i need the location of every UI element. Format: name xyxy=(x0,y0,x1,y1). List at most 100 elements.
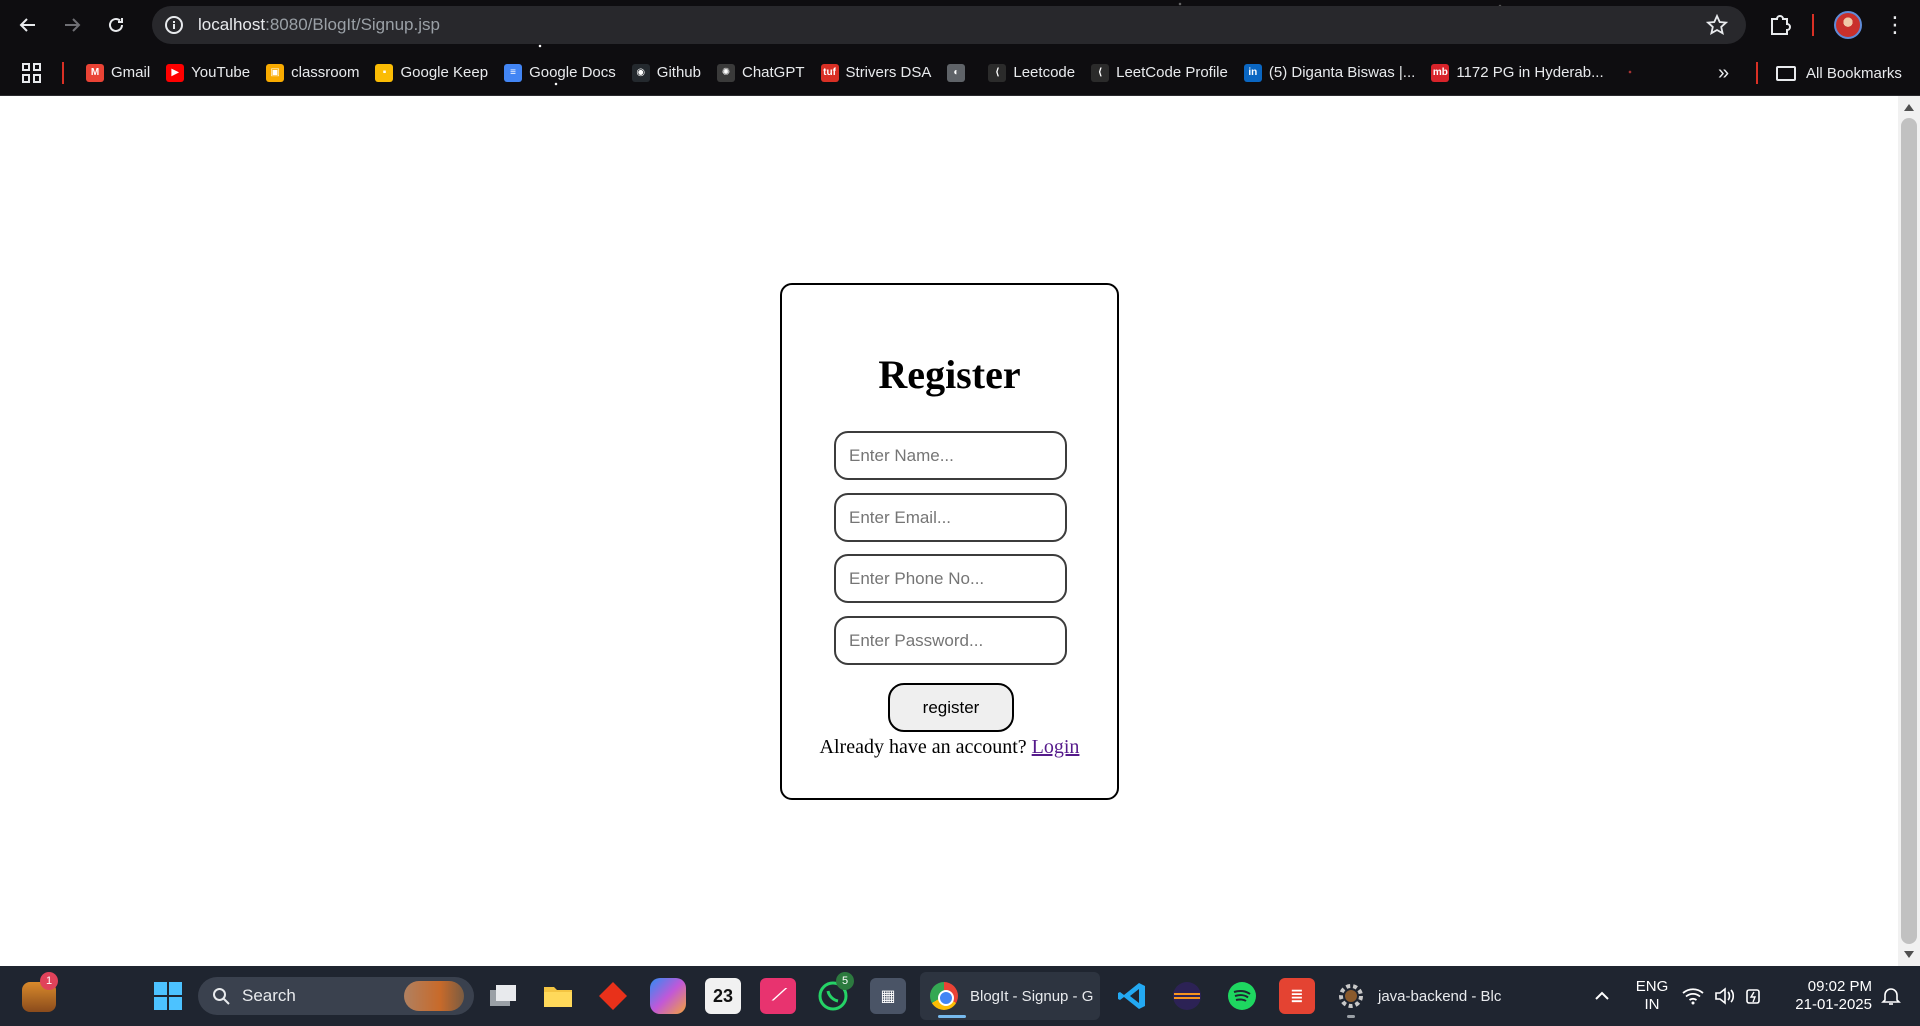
youtube-icon: ▶ xyxy=(166,63,185,82)
clock-time: 09:02 PM xyxy=(1807,978,1872,995)
url-host: localhost xyxy=(198,15,266,34)
search-label: Search xyxy=(242,986,296,1005)
forza-game-icon[interactable]: ⟋ xyxy=(760,978,796,1014)
vertical-scrollbar[interactable] xyxy=(1898,96,1920,966)
bookmarks-separator xyxy=(62,61,64,84)
language-line2: IN xyxy=(1644,996,1660,1013)
bookmark-item[interactable]: M Gmail xyxy=(78,58,158,88)
phone-input[interactable] xyxy=(834,554,1067,603)
leetcode-icon: ⟨ xyxy=(988,63,1007,82)
battery-charging-icon[interactable] xyxy=(1742,978,1768,1014)
chrome-icon xyxy=(930,982,958,1010)
wifi-icon[interactable] xyxy=(1680,978,1706,1014)
gmail-icon: M xyxy=(86,63,104,82)
search-highlight-image xyxy=(404,981,464,1011)
login-link[interactable]: Login xyxy=(1032,736,1080,758)
magicbricks-icon: mb xyxy=(1431,63,1450,82)
email-input[interactable] xyxy=(834,493,1067,542)
more-menu-icon[interactable]: ⋮ xyxy=(1884,12,1906,38)
bookmark-item[interactable]: ✺ ChatGPT xyxy=(709,58,813,88)
bookmark-item[interactable]: tuf Strivers DSA xyxy=(813,58,940,88)
back-button[interactable] xyxy=(10,7,46,43)
search-icon xyxy=(213,988,230,1005)
apps-grid-icon[interactable] xyxy=(22,62,42,83)
password-input[interactable] xyxy=(834,616,1067,665)
windows-start-icon[interactable] xyxy=(150,978,186,1014)
reload-button[interactable] xyxy=(98,7,134,43)
register-form: Register register Already have an accoun… xyxy=(780,283,1119,800)
taskbar-search[interactable]: Search xyxy=(198,977,474,1015)
all-bookmarks-button[interactable]: All Bookmarks xyxy=(1776,58,1902,88)
globe-icon: ◐ xyxy=(947,63,966,82)
docs-icon: ≡ xyxy=(504,63,523,82)
task-view-icon[interactable] xyxy=(486,978,522,1014)
volume-icon[interactable] xyxy=(1712,978,1738,1014)
name-input[interactable] xyxy=(834,431,1067,480)
bookmark-item[interactable]: mb 1172 PG in Hyderab... xyxy=(1423,58,1611,88)
bookmark-item[interactable]: ▶ YouTube xyxy=(158,58,258,88)
calendar-icon[interactable]: 23 xyxy=(705,978,741,1014)
eclipse-ide-icon[interactable] xyxy=(1169,978,1205,1014)
scroll-up-arrow-icon[interactable] xyxy=(1904,104,1914,111)
bookmark-label: ChatGPT xyxy=(741,64,805,81)
url-text[interactable]: localhost:8080/BlogIt/Signup.jsp xyxy=(198,15,440,35)
bookmark-item[interactable]: ▪ Google Keep xyxy=(367,58,496,88)
spotify-icon[interactable] xyxy=(1224,978,1260,1014)
forward-button[interactable] xyxy=(54,7,90,43)
extensions-puzzle-icon[interactable] xyxy=(1766,11,1794,39)
tuf-icon: tuf xyxy=(820,63,839,82)
file-explorer-icon[interactable] xyxy=(540,978,576,1014)
bookmark-item[interactable]: ≡ Google Docs xyxy=(496,58,624,88)
chrome-taskbar-button[interactable]: BlogIt - Signup - G xyxy=(920,972,1100,1020)
classroom-icon: ▣ xyxy=(266,63,285,82)
system-clock[interactable]: 09:02 PM 21-01-2025 xyxy=(1776,978,1872,1014)
bookmark-item[interactable]: ⟨ LeetCode Profile xyxy=(1083,58,1236,88)
register-button[interactable]: register xyxy=(888,683,1014,732)
bookmark-label: Github xyxy=(656,64,701,81)
notification-center-icon[interactable] xyxy=(1878,978,1904,1014)
login-prompt: Already have an account? Login xyxy=(782,736,1117,759)
keep-icon: ▪ xyxy=(375,63,394,82)
chatgpt-icon: ✺ xyxy=(716,63,735,82)
all-bookmarks-label: All Bookmarks xyxy=(1806,64,1902,82)
copilot-icon[interactable] xyxy=(650,978,686,1014)
profile-avatar[interactable] xyxy=(1834,11,1862,39)
calculator-icon[interactable]: ▦ xyxy=(870,978,906,1014)
bookmark-label: YouTube xyxy=(191,64,251,81)
form-title: Register xyxy=(878,352,1021,397)
todoist-icon[interactable]: ≣ xyxy=(1279,978,1315,1014)
bookmark-star-icon[interactable] xyxy=(1705,13,1729,36)
bookmark-label: (5) Diganta Biswas |... xyxy=(1268,64,1416,81)
windows-taskbar: 1 Search 23 ⟋ 5 ▦ BlogIt - Signup - G ≣ … xyxy=(0,966,1920,1026)
bookmark-label: classroom xyxy=(291,64,360,81)
toolbar-separator xyxy=(1812,14,1814,36)
chevron-up-icon[interactable] xyxy=(1584,978,1620,1014)
page-viewport: Register register Already have an accoun… xyxy=(0,96,1898,966)
address-bar[interactable]: localhost:8080/BlogIt/Signup.jsp xyxy=(152,6,1746,44)
java-backend-task-label: java-backend - Blc xyxy=(1378,987,1502,1005)
login-prompt-text: Already have an account? xyxy=(819,736,1027,758)
bookmark-item[interactable]: ⟨ Leetcode xyxy=(980,58,1083,88)
java-backend-taskbar-button[interactable]: java-backend - Blc xyxy=(1330,972,1510,1020)
bookmark-label: Google Docs xyxy=(529,64,616,81)
bookmarks-bar: M Gmail ▶ YouTube ▣ classroom ▪ Google Keep ≡ Goo… xyxy=(0,50,1920,96)
clock-date: 21-01-2025 xyxy=(1795,996,1872,1013)
browser-toolbar: localhost:8080/BlogIt/Signup.jsp ⋮ xyxy=(0,0,1920,50)
gear-icon xyxy=(1339,984,1363,1008)
language-line1: ENG xyxy=(1635,978,1669,995)
bookmark-item[interactable]: ▣ classroom xyxy=(258,58,367,88)
language-indicator[interactable]: ENG IN xyxy=(1630,978,1674,1014)
more-bookmarks-chevron-icon[interactable]: » xyxy=(1718,62,1729,85)
vscode-icon[interactable] xyxy=(1114,978,1150,1014)
bookmark-item[interactable]: ◉ Github xyxy=(624,58,709,88)
bookmark-label: 1172 PG in Hyderab... xyxy=(1456,64,1604,81)
bookmark-item[interactable]: in (5) Diganta Biswas |... xyxy=(1236,58,1423,88)
bookmark-item[interactable]: ◐ xyxy=(939,58,980,88)
scroll-down-arrow-icon[interactable] xyxy=(1904,951,1914,958)
bookmarks-separator-right xyxy=(1756,62,1758,84)
bookmark-label: Google Keep xyxy=(400,64,489,81)
arrow-right-icon xyxy=(65,18,81,32)
site-info-icon[interactable] xyxy=(164,15,184,35)
scroll-thumb[interactable] xyxy=(1901,118,1917,944)
diamond-app-icon[interactable] xyxy=(595,978,631,1014)
